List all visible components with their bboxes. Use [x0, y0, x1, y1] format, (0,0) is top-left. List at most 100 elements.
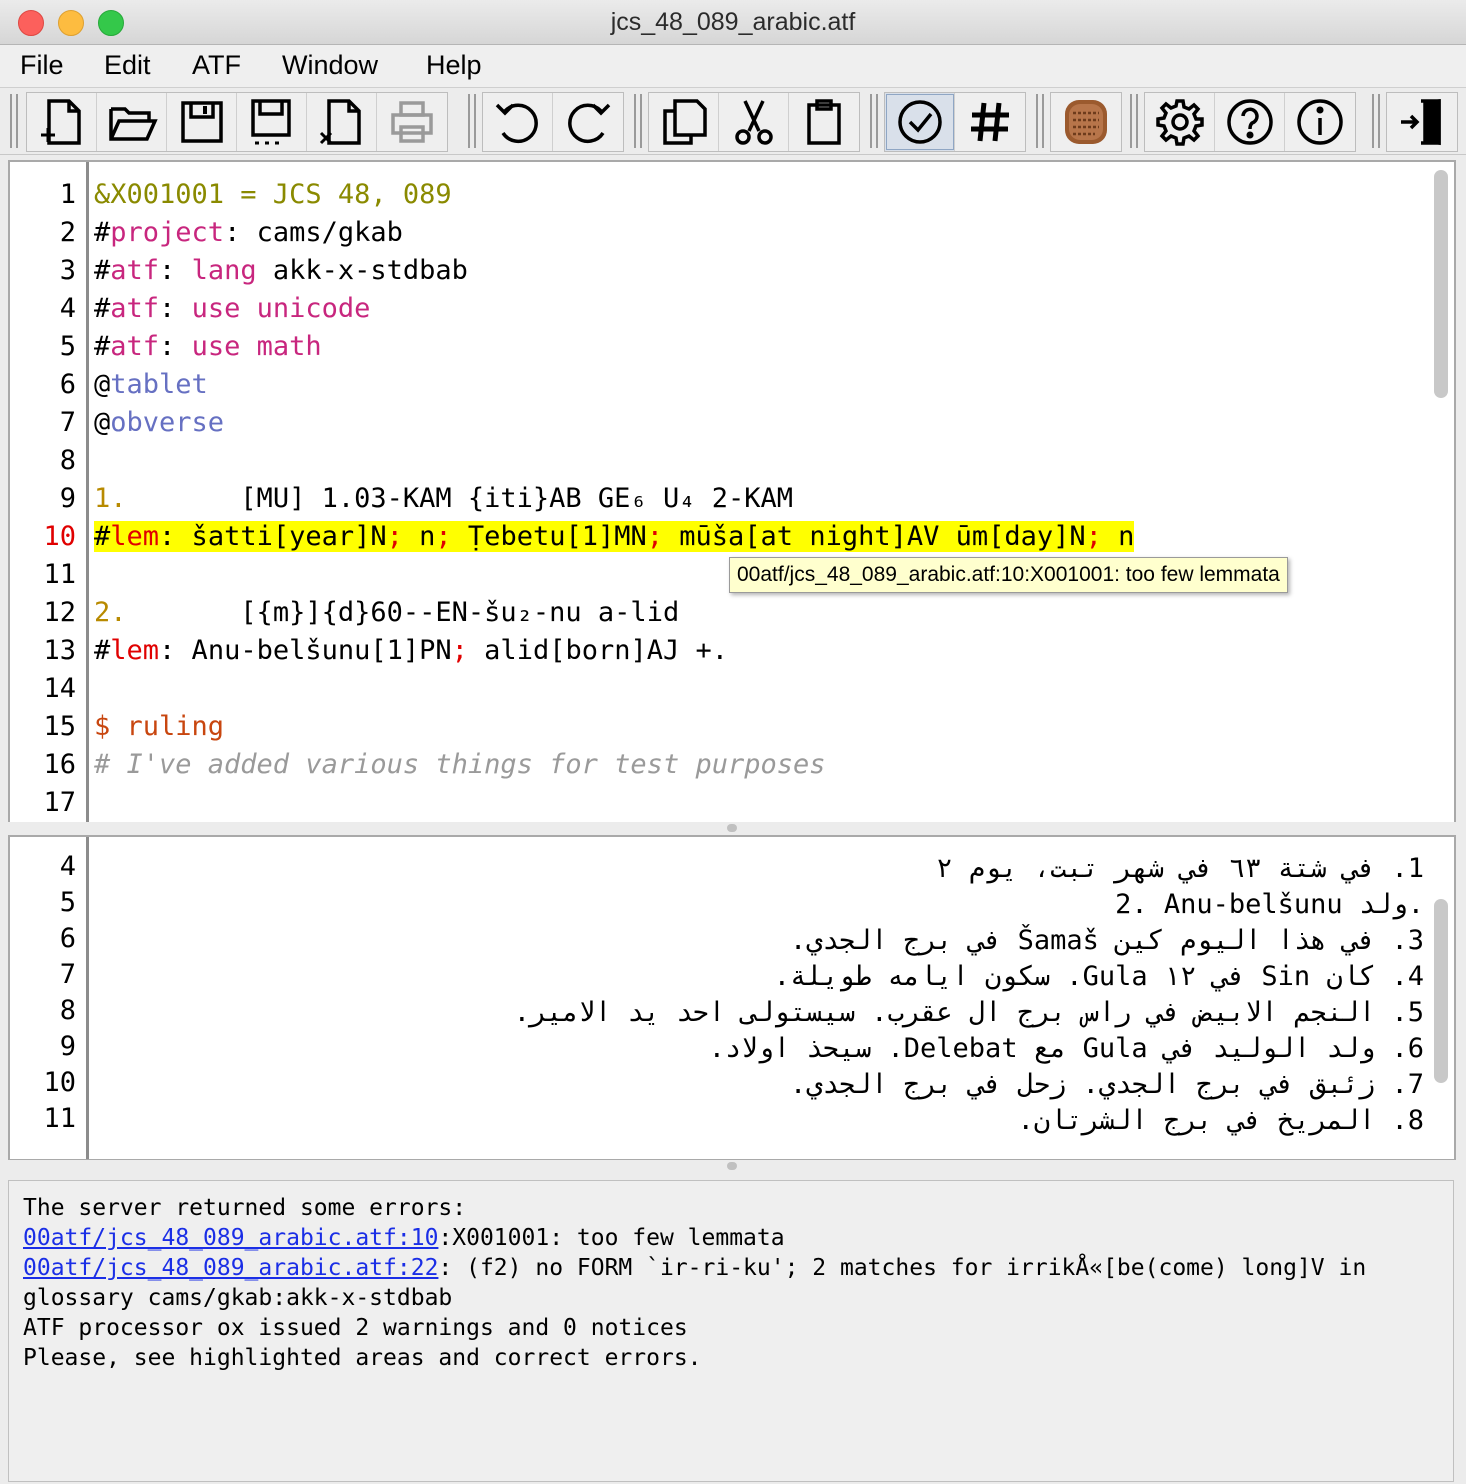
- window-title: jcs_48_089_arabic.atf: [610, 8, 856, 36]
- code-text: [MU] 1.03-KAM {iti}AB GE₆ U₄ 2-KAM: [126, 483, 793, 514]
- pane-splitter[interactable]: [0, 822, 1466, 834]
- error-link[interactable]: 00atf/jcs_48_089_arabic.atf:10: [23, 1225, 438, 1251]
- toolbar-grip[interactable]: [1372, 94, 1380, 148]
- line-number: 12: [43, 597, 76, 628]
- code-keyword: lem: [110, 521, 160, 552]
- info-button[interactable]: [1285, 93, 1355, 151]
- translation-pane[interactable]: 4 5 6 7 8 9 10 11 1. في شتة ٦٣ في شهر تب…: [8, 835, 1456, 1161]
- line-number: 6: [59, 923, 76, 954]
- splitter-knob[interactable]: [727, 1162, 737, 1170]
- file-button-group: [26, 92, 448, 152]
- pane-splitter[interactable]: [0, 1160, 1466, 1172]
- splitter-knob[interactable]: [727, 824, 737, 832]
- line-number: 11: [43, 1103, 76, 1134]
- code-text: @: [94, 369, 111, 400]
- code-text: #: [94, 255, 111, 286]
- line-number: 5: [59, 331, 76, 362]
- toolbar-grip[interactable]: [634, 94, 642, 148]
- code-text: : cams/gkab: [224, 217, 403, 248]
- tablet-icon: [1065, 100, 1107, 144]
- line-number: 9: [59, 1031, 76, 1062]
- line-number: 16: [43, 749, 76, 780]
- menu-bar: File Edit ATF Window Help: [0, 45, 1466, 88]
- menu-window[interactable]: Window: [282, 50, 378, 81]
- lemmatise-button[interactable]: [955, 93, 1025, 151]
- editor-scrollbar-thumb[interactable]: [1434, 170, 1448, 398]
- code-text: #: [94, 293, 111, 324]
- code-line-label: 2.: [94, 597, 127, 628]
- line-number: 5: [59, 887, 76, 918]
- line-number: 13: [43, 635, 76, 666]
- toolbar-grip[interactable]: [10, 94, 18, 148]
- menu-atf[interactable]: ATF: [192, 50, 241, 81]
- undo-button[interactable]: [483, 93, 553, 151]
- code-line: $ ruling: [94, 711, 224, 742]
- code-text: #: [94, 217, 111, 248]
- code-comment: # I've added various things for test pur…: [94, 749, 826, 780]
- save-button[interactable]: [167, 93, 237, 151]
- menu-file[interactable]: File: [20, 50, 64, 81]
- line-number: 1: [59, 179, 76, 210]
- code-line: @obverse: [94, 407, 224, 438]
- code-text: #: [94, 635, 111, 666]
- translation-line: 3. في هذا اليوم كين Šamaš في برج الجدي.: [790, 925, 1424, 956]
- print-button[interactable]: [377, 93, 447, 151]
- tablet-button[interactable]: [1051, 93, 1121, 151]
- toolbar-grip[interactable]: [468, 94, 476, 148]
- redo-button[interactable]: [553, 93, 623, 151]
- code-line: #atf: use math: [94, 331, 322, 362]
- code-text: akk-x-stdbab: [256, 255, 468, 286]
- code-line: #atf: lang akk-x-stdbab: [94, 255, 468, 286]
- code-line: #project: cams/gkab: [94, 217, 403, 248]
- line-number: 11: [43, 559, 76, 590]
- code-line: 1. [MU] 1.03-KAM {iti}AB GE₆ U₄ 2-KAM: [94, 483, 793, 514]
- save-icon: [180, 101, 223, 143]
- code-text: n: [402, 521, 436, 552]
- settings-button[interactable]: [1145, 93, 1215, 151]
- menu-help[interactable]: Help: [426, 50, 482, 81]
- copy-button[interactable]: [649, 93, 719, 151]
- exit-button[interactable]: [1387, 93, 1457, 151]
- exit-door-icon: [1401, 98, 1441, 146]
- translation-scrollbar-thumb[interactable]: [1434, 899, 1448, 1083]
- code-separator: ;: [386, 521, 403, 552]
- paste-button[interactable]: [789, 93, 859, 151]
- code-text: n: [1101, 521, 1135, 552]
- help-button-group: [1144, 92, 1356, 152]
- code-text: @: [94, 407, 111, 438]
- atf-editor[interactable]: 1 2 3 4 5 6 7 8 9 10 11 12 13 14 15 16 1…: [8, 160, 1456, 824]
- code-text: &X001001 = JCS 48, 089: [94, 179, 452, 210]
- code-keyword: atf: [110, 331, 160, 362]
- menu-edit[interactable]: Edit: [104, 50, 151, 81]
- toolbar: [0, 88, 1466, 155]
- code-line-label: 1.: [94, 483, 127, 514]
- server-console: The server returned some errors: 00atf/j…: [8, 1180, 1454, 1482]
- code-keyword: lem: [110, 635, 160, 666]
- cut-button[interactable]: [719, 93, 789, 151]
- open-button[interactable]: [97, 93, 167, 151]
- line-number: 17: [43, 787, 76, 818]
- close-file-icon: [319, 99, 361, 145]
- line-number: 2: [59, 217, 76, 248]
- cut-icon: [734, 100, 773, 145]
- save-as-button[interactable]: [237, 93, 307, 151]
- line-number: 4: [59, 851, 76, 882]
- open-folder-icon: [108, 107, 158, 141]
- translation-line: 2. Anu-belšunu ولد.: [1115, 889, 1424, 920]
- code-separator: ;: [1085, 521, 1102, 552]
- code-text: $ ruling: [94, 711, 225, 742]
- toolbar-grip[interactable]: [1130, 94, 1138, 148]
- help-button[interactable]: [1215, 93, 1285, 151]
- validate-button[interactable]: [885, 93, 955, 151]
- toolbar-grip[interactable]: [1036, 94, 1044, 148]
- new-file-button[interactable]: [27, 93, 97, 151]
- validate-check-icon: [897, 100, 942, 144]
- code-keyword: atf: [110, 255, 160, 286]
- code-keyword: use unicode: [191, 293, 371, 324]
- error-link[interactable]: 00atf/jcs_48_089_arabic.atf:22: [23, 1255, 438, 1281]
- paste-icon: [807, 99, 841, 145]
- toolbar-grip[interactable]: [870, 94, 878, 148]
- close-file-button[interactable]: [307, 93, 377, 151]
- console-message: : (f2) no FORM `ir-ri-ku'; 2 matches for…: [438, 1255, 1367, 1281]
- code-text: alid[born]AJ +.: [467, 635, 729, 666]
